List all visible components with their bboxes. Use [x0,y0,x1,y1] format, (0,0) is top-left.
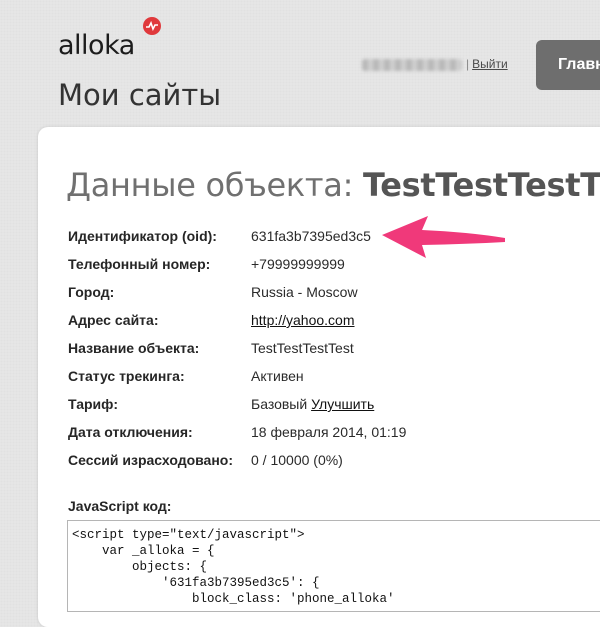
user-bar-separator: | [466,57,470,71]
oid-label: Идентификатор (oid): [68,228,217,244]
object-details: Идентификатор (oid): 631fa3b7395ed3c5 Те… [68,227,588,479]
detail-row-site: Адрес сайта: http://yahoo.com [68,311,588,339]
upgrade-link[interactable]: Улучшить [311,396,374,412]
alloka-logo[interactable]: alloka [58,17,161,64]
sessions-value: 0 / 10000 (0%) [251,452,343,468]
detail-row-phone: Телефонный номер: +79999999999 [68,255,588,283]
disable-date-label: Дата отключения: [68,424,193,440]
logout-link[interactable]: Выйти [472,57,508,71]
page-title: Мои сайты [58,78,222,112]
js-code-box[interactable]: <script type="text/javascript"> var _all… [67,520,600,612]
tariff-label: Тариф: [68,396,119,412]
detail-row-status: Статус трекинга: Активен [68,367,588,395]
site-label: Адрес сайта: [68,312,159,328]
oid-value: 631fa3b7395ed3c5 [251,228,371,244]
logo-pulse-icon [143,17,161,35]
logo-text: alloka [58,30,135,61]
detail-row-name: Название объекта: TestTestTestTest [68,339,588,367]
phone-value: +79999999999 [251,256,345,272]
js-code-label: JavaScript код: [68,498,172,514]
site-link[interactable]: http://yahoo.com [251,312,355,328]
annotation-arrow-icon [382,216,505,258]
sessions-label: Сессий израсходовано: [68,452,234,468]
object-title-name: TestTestTestT [362,166,600,204]
tariff-name: Базовый [251,396,308,412]
js-code-text: <script type="text/javascript"> var _all… [72,528,395,606]
main-page-button[interactable]: Главн [536,40,600,90]
object-title-prefix: Данные объекта: [66,166,354,204]
user-bar: | Выйти [362,57,508,71]
status-label: Статус трекинга: [68,368,185,384]
detail-row-city: Город: Russia - Moscow [68,283,588,311]
city-value: Russia - Moscow [251,284,358,300]
disable-date-value: 18 февраля 2014, 01:19 [251,424,407,440]
object-name-value: TestTestTestTest [251,340,354,356]
object-title: Данные объекта: TestTestTestT [66,166,600,204]
detail-row-sessions: Сессий израсходовано: 0 / 10000 (0%) [68,451,588,479]
blurred-username [362,58,462,71]
city-label: Город: [68,284,115,300]
object-name-label: Название объекта: [68,340,200,356]
phone-label: Телефонный номер: [68,256,211,272]
status-value: Активен [251,368,304,384]
tariff-value: Базовый Улучшить [251,395,374,413]
site-value: http://yahoo.com [251,311,355,329]
detail-row-oid: Идентификатор (oid): 631fa3b7395ed3c5 [68,227,588,255]
detail-row-tariff: Тариф: Базовый Улучшить [68,395,588,423]
detail-row-disable-date: Дата отключения: 18 февраля 2014, 01:19 [68,423,588,451]
